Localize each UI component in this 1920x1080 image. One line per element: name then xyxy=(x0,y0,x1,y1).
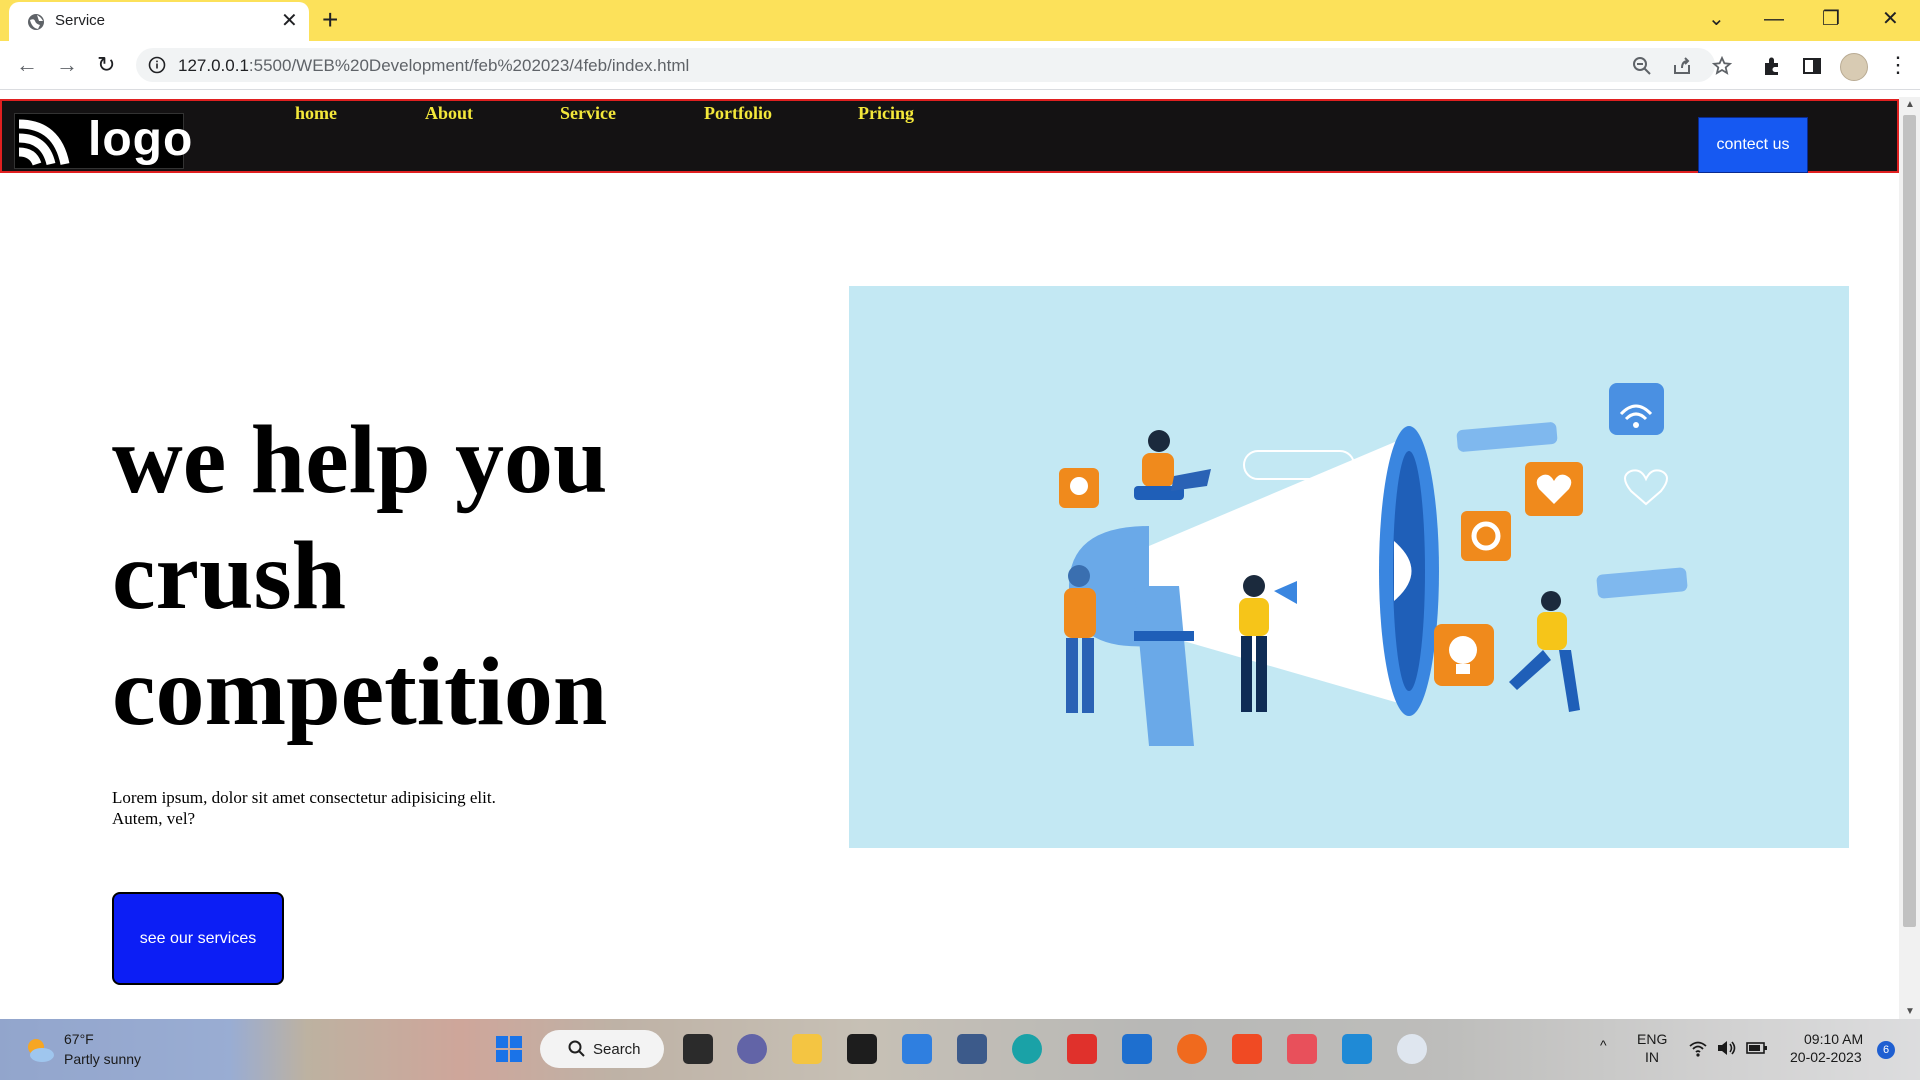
weather-temperature: 67°F xyxy=(64,1031,94,1047)
scroll-up-arrow-icon[interactable]: ▲ xyxy=(1905,99,1915,110)
url-host: 127.0.0.1 xyxy=(178,56,249,75)
browser-tab-active[interactable]: Service ✕ xyxy=(9,2,309,41)
page-viewport: logo home About Service Portfolio Pricin… xyxy=(0,97,1899,1019)
globe-icon xyxy=(28,14,44,30)
site-info-icon[interactable] xyxy=(148,56,166,74)
edge-icon[interactable] xyxy=(1012,1034,1042,1064)
megaphone-marketing-illustration xyxy=(1059,383,1688,746)
page-scrollbar[interactable]: ▲ ▼ xyxy=(1899,97,1920,1019)
hero-description: Lorem ipsum, dolor sit amet consectetur … xyxy=(112,788,496,828)
start-icon[interactable] xyxy=(494,1034,524,1064)
scroll-down-arrow-icon[interactable]: ▼ xyxy=(1905,1006,1915,1017)
clock-date[interactable]: 20-02-2023 xyxy=(1790,1049,1862,1065)
minimize-button[interactable]: — xyxy=(1764,6,1784,32)
close-window-button[interactable]: ✕ xyxy=(1882,6,1899,32)
nav-link-pricing[interactable]: Pricing xyxy=(858,103,914,124)
vscode-icon[interactable] xyxy=(1342,1034,1372,1064)
file-explorer-icon[interactable] xyxy=(792,1034,822,1064)
extensions-icon[interactable] xyxy=(1761,55,1783,77)
side-panel-icon[interactable] xyxy=(1801,55,1823,77)
task-view-icon[interactable] xyxy=(683,1034,713,1064)
clock-time[interactable]: 09:10 AM xyxy=(1804,1031,1863,1047)
hero-illustration xyxy=(849,286,1849,848)
back-button[interactable]: ← xyxy=(16,52,38,78)
nav-link-home[interactable]: home xyxy=(295,103,337,124)
mail-icon[interactable] xyxy=(1122,1034,1152,1064)
address-bar[interactable]: 127.0.0.1:5500/WEB%20Development/feb%202… xyxy=(136,48,1715,82)
language-region[interactable]: IN xyxy=(1645,1049,1659,1065)
brave-icon[interactable] xyxy=(1232,1034,1262,1064)
url-path: :5500/WEB%20Development/feb%202023/4feb/… xyxy=(248,56,690,75)
taskbar-search[interactable]: Search xyxy=(540,1030,664,1068)
game-icon[interactable] xyxy=(1287,1034,1317,1064)
scrollbar-thumb[interactable] xyxy=(1903,115,1916,927)
browser-menu-icon[interactable]: ⋮ xyxy=(1887,52,1909,78)
new-tab-button[interactable]: + xyxy=(322,6,338,34)
logo-text: logo xyxy=(88,113,194,166)
forward-button[interactable]: → xyxy=(56,52,78,78)
weather-description: Partly sunny xyxy=(64,1051,142,1067)
site-logo[interactable]: logo xyxy=(14,113,192,169)
rss-feed-icon xyxy=(18,119,70,166)
bookmark-star-icon[interactable] xyxy=(1712,56,1732,76)
volume-icon[interactable] xyxy=(1716,1039,1738,1057)
taskbar-search-label: Search xyxy=(593,1041,641,1058)
show-hidden-icons-chevron-icon[interactable]: ^ xyxy=(1600,1037,1607,1053)
restore-button[interactable]: ❐ xyxy=(1822,6,1840,32)
browser-title-bar: Service ✕ + ⌄ — ❐ ✕ xyxy=(0,0,1920,41)
tab-title: Service xyxy=(55,12,106,29)
notification-badge[interactable]: 6 xyxy=(1877,1041,1895,1059)
nav-link-portfolio[interactable]: Portfolio xyxy=(704,103,772,124)
nav-link-service[interactable]: Service xyxy=(560,103,616,124)
battery-icon[interactable] xyxy=(1746,1040,1768,1056)
chrome-icon[interactable] xyxy=(1397,1034,1427,1064)
todo-icon[interactable] xyxy=(902,1034,932,1064)
zoom-icon[interactable] xyxy=(1632,56,1652,76)
reload-button[interactable]: ↻ xyxy=(97,52,115,78)
tab-close-button[interactable]: ✕ xyxy=(281,8,298,34)
share-icon[interactable] xyxy=(1672,56,1692,76)
language-code[interactable]: ENG xyxy=(1637,1031,1667,1047)
wps-icon[interactable] xyxy=(1067,1034,1097,1064)
hero-title: we help you crush competition xyxy=(112,406,608,746)
contact-us-button[interactable]: contect us xyxy=(1698,117,1808,173)
windows-taskbar: 67°F Partly sunny Search ^ ENG IN 09:10 … xyxy=(0,1019,1920,1080)
wifi-icon[interactable] xyxy=(1688,1039,1708,1057)
teams-icon[interactable] xyxy=(737,1034,767,1064)
profile-avatar[interactable] xyxy=(1840,53,1868,81)
see-our-services-button[interactable]: see our services xyxy=(112,892,284,985)
snipping-tool-icon[interactable] xyxy=(957,1034,987,1064)
partly-sunny-weather-icon[interactable] xyxy=(22,1033,56,1067)
site-navbar: logo home About Service Portfolio Pricin… xyxy=(0,99,1899,173)
search-icon xyxy=(568,1040,585,1057)
tab-search-button[interactable]: ⌄ xyxy=(1708,6,1725,32)
dropbox-icon[interactable] xyxy=(847,1034,877,1064)
nav-link-about[interactable]: About xyxy=(425,103,473,124)
url-text: 127.0.0.1:5500/WEB%20Development/feb%202… xyxy=(178,56,689,76)
firefox-icon[interactable] xyxy=(1177,1034,1207,1064)
